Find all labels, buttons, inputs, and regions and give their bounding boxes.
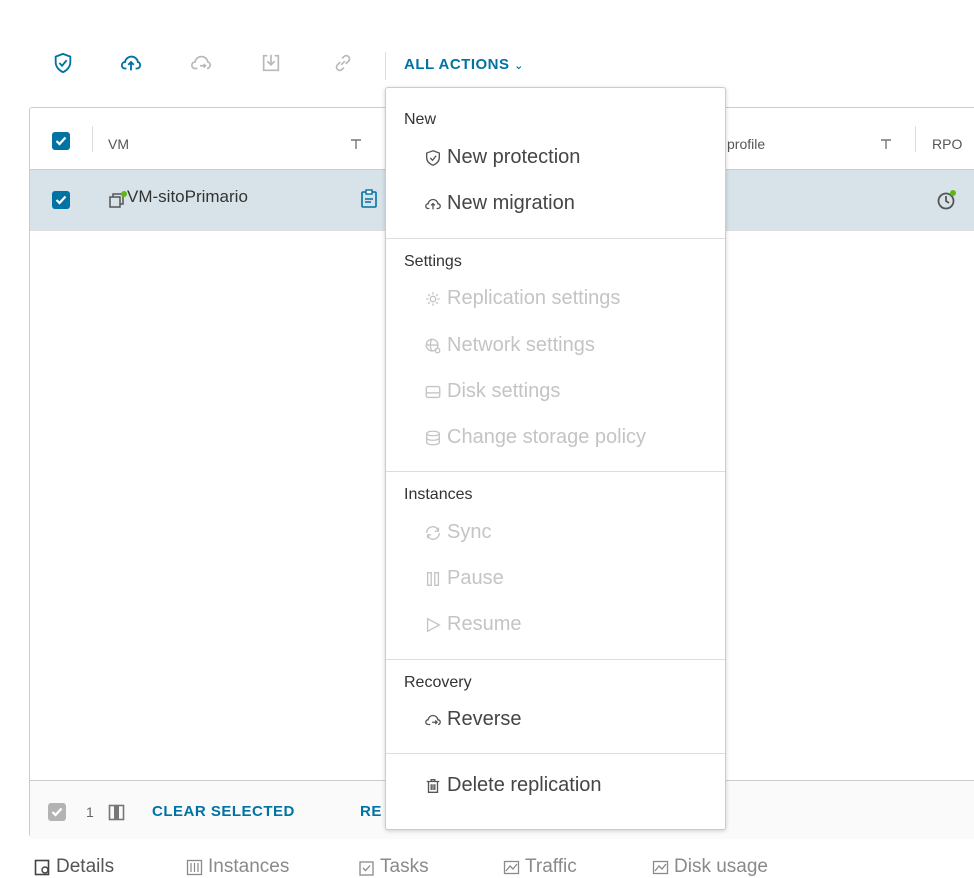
menu-item-label: Replication settings [447, 287, 621, 309]
menu-section-recovery: Recovery [404, 674, 472, 691]
menu-item-label: Resume [447, 613, 522, 635]
chart-icon [503, 860, 520, 874]
check-icon [55, 136, 67, 146]
footer-link-truncated[interactable]: RE [360, 803, 382, 820]
menu-item-label: Network settings [447, 334, 595, 356]
menu-item-label: Pause [447, 567, 504, 589]
all-actions-button[interactable]: ALL ACTIONS ⌄ [404, 56, 524, 73]
select-all-checkbox[interactable] [52, 132, 70, 150]
column-header-vm[interactable]: VM [108, 136, 129, 152]
disk-icon [425, 385, 441, 398]
check-icon [51, 807, 63, 817]
tab-tasks[interactable]: Tasks [358, 856, 429, 878]
rpo-clock-icon [937, 190, 956, 210]
pause-icon [426, 571, 440, 586]
menu-divider [386, 238, 725, 239]
instances-icon [186, 859, 203, 875]
vm-icon [109, 191, 127, 208]
column-header-rpo[interactable]: RPO [932, 136, 974, 152]
menu-item-network-settings[interactable]: Network settings [424, 334, 595, 357]
menu-item-new-protection[interactable]: New protection [424, 146, 580, 169]
menu-item-change-storage-policy[interactable]: Change storage policy [424, 426, 646, 449]
storage-icon [426, 430, 440, 445]
tab-label: Traffic [525, 856, 577, 877]
network-gear-icon [425, 338, 441, 353]
link-icon [335, 54, 351, 72]
menu-item-label: Sync [447, 521, 492, 543]
link-toolbar-button[interactable] [330, 48, 356, 78]
sync-icon [426, 525, 440, 540]
menu-divider [386, 659, 725, 660]
trash-icon [426, 778, 440, 793]
shield-check-icon [54, 52, 72, 74]
row-checkbox[interactable] [52, 191, 70, 209]
tasks-icon [359, 860, 374, 876]
column-toggle-icon[interactable] [108, 804, 125, 821]
selection-checkbox[interactable] [48, 803, 66, 821]
menu-item-label: Delete replication [447, 774, 602, 796]
protect-toolbar-button[interactable] [50, 48, 76, 78]
vm-name[interactable]: VM-sitoPrimario [127, 187, 248, 207]
column-divider [915, 126, 916, 152]
menu-item-sync[interactable]: Sync [424, 521, 491, 544]
clipboard-icon[interactable] [360, 189, 378, 209]
all-actions-menu: New New protection New migration Setting… [385, 87, 726, 830]
migrate-toolbar-button[interactable] [118, 48, 144, 78]
menu-section-new: New [404, 111, 437, 128]
menu-item-pause[interactable]: Pause [424, 567, 504, 590]
menu-item-disk-settings[interactable]: Disk settings [424, 380, 560, 403]
menu-item-label: Change storage policy [447, 426, 647, 448]
gear-icon [426, 291, 440, 306]
menu-item-delete-replication[interactable]: Delete replication [424, 774, 602, 797]
reverse-toolbar-button[interactable] [188, 48, 214, 78]
download-icon [262, 54, 280, 72]
download-toolbar-button[interactable] [258, 48, 284, 78]
column-divider [92, 126, 93, 152]
menu-item-new-migration[interactable]: New migration [424, 192, 575, 215]
tab-instances[interactable]: Instances [186, 856, 289, 878]
tab-disk-usage[interactable]: Disk usage [652, 856, 768, 878]
menu-divider [386, 753, 725, 754]
menu-divider [386, 471, 725, 472]
cloud-upload-icon [425, 198, 441, 209]
tab-details[interactable]: Details [34, 856, 114, 878]
all-actions-label: ALL ACTIONS [404, 56, 510, 73]
menu-section-instances: Instances [404, 486, 473, 503]
menu-item-label: Disk settings [447, 380, 561, 402]
tab-label: Details [56, 856, 115, 877]
chevron-down-icon: ⌄ [514, 60, 524, 72]
filter-icon[interactable] [880, 138, 892, 150]
menu-item-reverse[interactable]: Reverse [424, 708, 521, 731]
cloud-upload-icon [120, 55, 142, 71]
menu-item-replication-settings[interactable]: Replication settings [424, 287, 620, 310]
menu-item-resume[interactable]: Resume [424, 613, 521, 636]
column-header-profile[interactable]: profile [727, 136, 783, 152]
details-icon [34, 859, 50, 875]
menu-item-label: Reverse [447, 708, 522, 730]
tab-label: Tasks [380, 856, 429, 877]
selected-count: 1 [86, 804, 94, 820]
tab-label: Disk usage [674, 856, 768, 877]
menu-item-label: New protection [447, 146, 581, 168]
tab-traffic[interactable]: Traffic [503, 856, 577, 878]
chart-icon [652, 860, 669, 874]
filter-icon[interactable] [350, 138, 362, 150]
cloud-reverse-icon [425, 714, 441, 725]
cloud-reverse-icon [191, 55, 211, 70]
check-icon [55, 195, 67, 205]
clear-selected-button[interactable]: CLEAR SELECTED [152, 803, 295, 820]
toolbar-divider [385, 52, 386, 80]
tab-label: Instances [208, 856, 290, 877]
play-icon [426, 617, 441, 632]
shield-check-icon [426, 149, 440, 166]
menu-item-label: New migration [447, 192, 575, 214]
menu-section-settings: Settings [404, 253, 462, 270]
